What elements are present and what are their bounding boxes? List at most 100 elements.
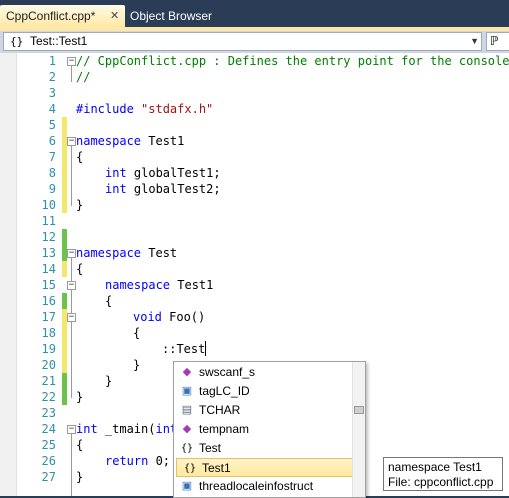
collapse-toggle[interactable]: − <box>67 281 76 290</box>
line-number: 7 <box>48 150 56 164</box>
completion-item[interactable]: {} Test <box>174 439 354 458</box>
line-number: 15 <box>41 278 56 292</box>
line-number: 4 <box>48 102 56 116</box>
code-line: void Foo() <box>133 310 206 324</box>
line-number: 16 <box>41 294 56 308</box>
outline-line <box>71 146 72 206</box>
line-number: 22 <box>41 390 56 404</box>
line-number: 25 <box>41 438 56 452</box>
completion-item[interactable]: ◆ tempnam <box>174 420 354 439</box>
code-line: ::Test <box>162 342 206 356</box>
line-number: 23 <box>41 406 56 420</box>
collapse-toggle[interactable]: − <box>67 249 76 258</box>
close-icon[interactable]: ✕ <box>110 5 119 27</box>
navigation-bar: {} Test::Test1 ▼ ℙ <box>0 31 509 53</box>
indicator-margin <box>0 53 17 496</box>
line-number: 21 <box>41 374 56 388</box>
scope-dropdown[interactable]: {} Test::Test1 ▼ <box>3 32 482 51</box>
collapse-toggle[interactable]: − <box>67 313 76 322</box>
line-number: 14 <box>41 262 56 276</box>
outline-line <box>71 66 72 82</box>
completion-scrollbar[interactable] <box>352 362 365 497</box>
code-line: } <box>76 198 84 212</box>
completion-item[interactable]: ▣ threadlocaleinfostruct <box>174 477 354 496</box>
line-number: 13 <box>41 246 56 260</box>
code-line: } <box>76 390 84 404</box>
line-number: 20 <box>41 358 56 372</box>
completion-item[interactable]: ◆ swscanf_s <box>174 363 354 382</box>
chevron-down-icon[interactable]: ▼ <box>470 33 479 50</box>
code-line: return 0; <box>105 454 171 468</box>
code-line: #include "stdafx.h" <box>76 102 214 116</box>
line-number-gutter: 1 2 3 4 5 6 7 8 9 10 11 12 13 14 15 16 17 18 19 20 21 22 23 24 2… <box>16 53 60 496</box>
function-icon: ◆ <box>182 366 192 378</box>
line-number: 18 <box>41 326 56 340</box>
collapse-toggle[interactable]: − <box>67 57 76 66</box>
code-line: int _tmain(int <box>76 422 178 436</box>
scrollbar-thumb[interactable] <box>354 406 364 414</box>
code-line: } <box>76 470 84 484</box>
code-line: { <box>76 262 84 276</box>
completion-item-label: Test <box>199 441 222 455</box>
line-number: 1 <box>48 54 56 68</box>
tab-cppconflict[interactable]: CppConflict.cpp* ✕ <box>0 5 125 27</box>
change-marker-unsaved <box>62 261 67 277</box>
collapse-toggle[interactable]: − <box>67 425 76 434</box>
completion-item[interactable]: ▤ TCHAR <box>174 401 354 420</box>
code-line: } <box>105 374 113 388</box>
line-number: 12 <box>41 230 56 244</box>
completion-item[interactable]: ▣ tagLC_ID <box>174 382 354 401</box>
tab-label: CppConflict.cpp* <box>6 9 96 23</box>
member-dropdown[interactable]: ℙ <box>486 32 509 51</box>
code-line: { <box>76 150 84 164</box>
line-number: 5 <box>48 118 56 132</box>
change-marker-saved <box>62 293 67 309</box>
code-line: namespace Test1 <box>76 134 185 148</box>
member-icon: ℙ <box>490 34 499 48</box>
completion-item-label: TCHAR <box>199 403 241 417</box>
completion-item-label: Test1 <box>202 461 231 475</box>
function-icon: ◆ <box>182 423 192 435</box>
line-number: 9 <box>48 182 56 196</box>
line-number: 10 <box>41 198 56 212</box>
completion-item-label: tagLC_ID <box>199 384 250 398</box>
code-line: int globalTest2; <box>105 182 221 196</box>
macro-icon: ▣ <box>181 385 193 397</box>
line-number: 6 <box>48 134 56 148</box>
line-number: 2 <box>48 70 56 84</box>
struct-icon: ▣ <box>181 480 193 492</box>
code-line: } <box>133 358 141 372</box>
change-marker-unsaved <box>62 117 67 213</box>
completion-item-label: swscanf_s <box>199 365 256 379</box>
code-line: // CppConflict.cpp : Defines the entry p… <box>76 54 509 68</box>
line-number: 3 <box>48 86 56 100</box>
intellisense-completion-list[interactable]: ◆ swscanf_s ▣ tagLC_ID ▤ TCHAR ◆ tempnam{} Test{… <box>173 361 366 498</box>
code-line: { <box>76 438 84 452</box>
line-number: 27 <box>41 470 56 484</box>
collapse-toggle[interactable]: − <box>67 137 76 146</box>
line-number: 26 <box>41 454 56 468</box>
code-line: // <box>76 70 91 84</box>
code-line: int globalTest1; <box>105 166 221 180</box>
line-number: 24 <box>41 422 56 436</box>
namespace-icon: {} <box>10 35 24 48</box>
line-number: 8 <box>48 166 56 180</box>
code-line: { <box>133 326 141 340</box>
change-marker-saved <box>62 373 67 405</box>
tooltip-file: File: cppconflict.cpp <box>388 475 494 489</box>
namespace-icon: {} <box>180 443 194 454</box>
completion-item-label: tempnam <box>199 422 250 436</box>
line-number: 11 <box>41 214 56 228</box>
tab-object-browser[interactable]: Object Browser <box>130 5 212 27</box>
outline-line <box>71 434 72 496</box>
typedef-icon: ▤ <box>181 404 193 416</box>
document-tab-strip: CppConflict.cpp* ✕ Object Browser <box>0 0 509 31</box>
tooltip-title: namespace Test1 <box>388 460 482 474</box>
code-line: { <box>105 294 113 308</box>
text-caret <box>205 341 206 356</box>
namespace-icon: {} <box>183 463 197 474</box>
line-number: 19 <box>41 342 56 356</box>
completion-item-label: threadlocaleinfostruct <box>199 479 314 493</box>
completion-item[interactable]: {} Test1 <box>176 458 354 477</box>
line-number: 17 <box>41 310 56 324</box>
